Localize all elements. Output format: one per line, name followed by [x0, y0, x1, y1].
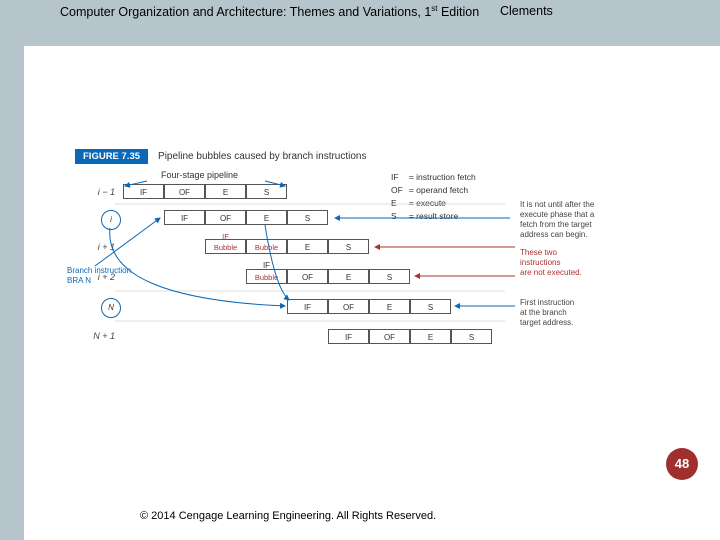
legend-s: = result store [407, 211, 478, 222]
side-accent-bar [0, 0, 24, 540]
footer-copyright: © 2014 Cengage Learning Engineering. All… [140, 510, 436, 522]
row-label-0: i − 1 [75, 187, 115, 197]
stage-legend: IF= instruction fetch OF= operand fetch … [387, 170, 480, 224]
title-suffix: Edition [438, 5, 480, 19]
circle-n-marker: N [101, 298, 121, 318]
legend-of: = operand fetch [407, 185, 478, 196]
if-label-row3: IF [246, 258, 287, 273]
header-author: Clements [500, 4, 553, 18]
note-two-instructions: These two instructions are not executed. [520, 248, 582, 278]
row-label-5: N + 1 [75, 331, 115, 341]
note-first-instruction: First instruction at the branch target a… [520, 298, 574, 328]
legend-if: = instruction fetch [407, 172, 478, 183]
title-prefix: Computer Organization and Architecture: … [60, 5, 431, 19]
four-stage-label: Four-stage pipeline [161, 170, 238, 180]
page-number-badge: 48 [666, 448, 698, 480]
row-label-2: i + 1 [75, 242, 115, 252]
header-title: Computer Organization and Architecture: … [60, 4, 479, 19]
figure-tag: FIGURE 7.35 [75, 149, 148, 164]
legend-e: = execute [407, 198, 478, 209]
figure-banner: FIGURE 7.35 Pipeline bubbles caused by b… [75, 148, 367, 165]
branch-label: Branch instruction BRA N [67, 266, 131, 286]
figure-area: FIGURE 7.35 Pipeline bubbles caused by b… [75, 148, 645, 378]
figure-caption: Pipeline bubbles caused by branch instru… [158, 151, 366, 162]
note-execute-phase: It is not until after the execute phase … [520, 200, 594, 240]
circle-i-marker: i [101, 210, 121, 230]
